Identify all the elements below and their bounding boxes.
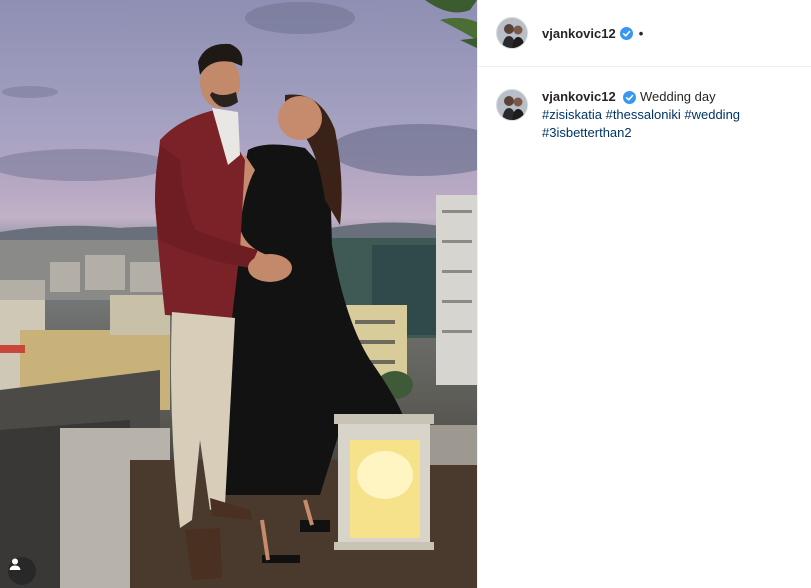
caption-text: Wedding day [639,89,716,104]
header-username[interactable]: vjankovic12 [542,26,616,41]
comment-avatar[interactable] [496,89,528,121]
comment-body: vjankovic12 Wedding day #zisiskatia #the… [542,88,792,142]
caption-comment: vjankovic12 Wedding day #zisiskatia #the… [478,67,811,142]
verified-badge-icon [623,91,637,105]
header-separator: • [638,25,644,41]
post-side-panel: vjankovic12 • vjankovic12 Wedding day #z… [477,0,811,588]
hashtag-link[interactable]: #3isbetterthan2 [542,125,632,140]
hashtag-link[interactable]: #wedding [684,107,740,122]
user-tag-icon[interactable] [8,557,36,585]
hashtag-link[interactable]: #zisiskatia [542,107,602,122]
comment-username[interactable]: vjankovic12 [542,89,616,104]
verified-badge-icon [619,26,633,40]
post-header: vjankovic12 • [478,0,811,67]
hashtag-link[interactable]: #thessaloniki [606,107,681,122]
profile-avatar[interactable] [496,17,528,49]
photo-scene [0,0,477,588]
post-photo[interactable] [0,0,477,588]
